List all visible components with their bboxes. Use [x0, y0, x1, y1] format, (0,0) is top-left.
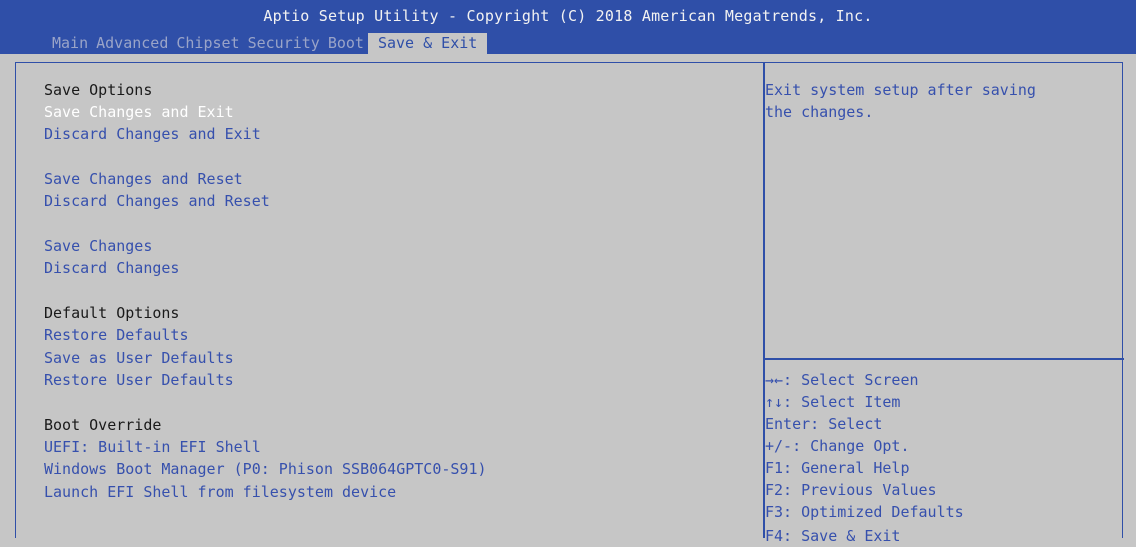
help-divider — [765, 358, 1124, 360]
save-as-user-defaults-item[interactable]: Save as User Defaults — [44, 347, 234, 369]
tab-main[interactable]: Main — [48, 33, 92, 54]
key-hint-general-help: F1: General Help — [765, 459, 910, 477]
save-changes-and-exit-item[interactable]: Save Changes and Exit — [44, 101, 234, 123]
key-hint-select-item: ↑↓: Select Item — [765, 393, 901, 411]
save-changes-item[interactable]: Save Changes — [44, 235, 152, 257]
key-hint-select-screen: →←: Select Screen — [765, 371, 919, 389]
tab-chipset[interactable]: Chipset — [172, 33, 243, 54]
uefi-builtin-efi-shell-item[interactable]: UEFI: Built-in EFI Shell — [44, 436, 261, 458]
key-hint-optimized-defaults: F3: Optimized Defaults — [765, 503, 964, 521]
help-description: Exit system setup after saving the chang… — [765, 81, 1036, 121]
title-bar: Aptio Setup Utility - Copyright (C) 2018… — [0, 0, 1136, 55]
tab-save-exit[interactable]: Save & Exit — [367, 33, 488, 55]
content-frame: Save Options Save Changes and Exit Disca… — [15, 62, 1124, 545]
tab-boot[interactable]: Boot — [324, 33, 368, 54]
discard-changes-and-exit-item[interactable]: Discard Changes and Exit — [44, 123, 261, 145]
discard-changes-item[interactable]: Discard Changes — [44, 257, 179, 279]
boot-override-header: Boot Override — [44, 416, 162, 434]
app-title: Aptio Setup Utility - Copyright (C) 2018… — [263, 7, 873, 25]
restore-user-defaults-item[interactable]: Restore User Defaults — [44, 369, 234, 391]
default-options-header: Default Options — [44, 304, 180, 322]
save-changes-and-reset-item[interactable]: Save Changes and Reset — [44, 168, 243, 190]
restore-defaults-item[interactable]: Restore Defaults — [44, 324, 189, 346]
tab-advanced[interactable]: Advanced — [92, 33, 172, 54]
windows-boot-manager-item[interactable]: Windows Boot Manager (P0: Phison SSB064G… — [44, 458, 487, 480]
key-hint-enter: Enter: Select — [765, 415, 883, 433]
key-hint-previous-values: F2: Previous Values — [765, 481, 937, 499]
save-options-header: Save Options — [44, 81, 153, 99]
menu-pane: Save Options Save Changes and Exit Disca… — [16, 63, 763, 538]
tab-security[interactable]: Security — [244, 33, 324, 54]
key-hint-save-exit: F4: Save & Exit — [765, 527, 901, 545]
discard-changes-and-reset-item[interactable]: Discard Changes and Reset — [44, 190, 270, 212]
help-pane: Exit system setup after saving the chang… — [763, 63, 1124, 545]
key-hint-change-opt: +/-: Change Opt. — [765, 437, 910, 455]
launch-efi-shell-item[interactable]: Launch EFI Shell from filesystem device — [44, 481, 396, 503]
tab-bar: Main Advanced Chipset Security Boot Save… — [48, 33, 488, 55]
